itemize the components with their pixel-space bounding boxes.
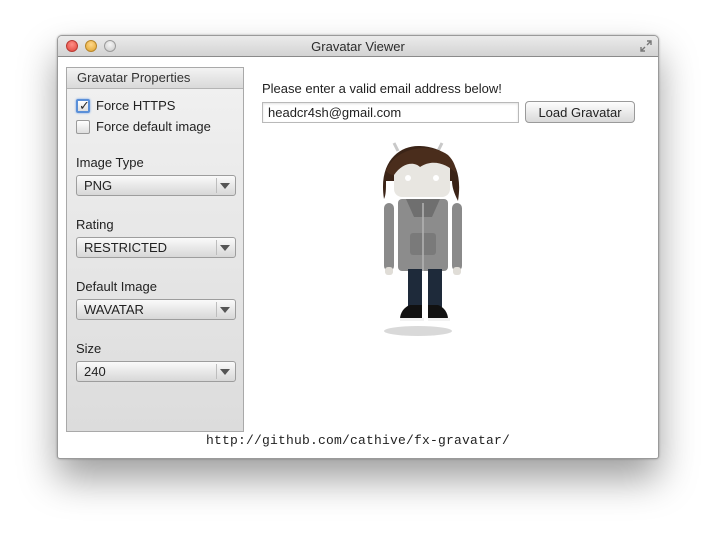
chevron-down-icon — [220, 183, 230, 189]
default-image-label: Default Image — [76, 279, 157, 294]
force-https-row[interactable]: ✓ Force HTTPS — [76, 98, 175, 113]
load-gravatar-button[interactable]: Load Gravatar — [525, 101, 635, 123]
force-default-row[interactable]: Force default image — [76, 119, 211, 134]
chevron-down-icon — [220, 369, 230, 375]
rating-label: Rating — [76, 217, 114, 232]
image-type-value: PNG — [84, 178, 113, 193]
window-title: Gravatar Viewer — [311, 39, 405, 54]
chevron-down-icon — [220, 307, 230, 313]
rating-select[interactable]: RESTRICTED — [76, 237, 236, 258]
fullscreen-icon[interactable] — [639, 39, 653, 53]
app-window: Gravatar Viewer Gravatar Properties ✓ For… — [57, 35, 659, 459]
size-value: 240 — [84, 364, 106, 379]
size-select[interactable]: 240 — [76, 361, 236, 382]
email-prompt: Please enter a valid email address below… — [262, 81, 502, 96]
title-bar[interactable]: Gravatar Viewer — [58, 36, 658, 57]
image-type-label: Image Type — [76, 155, 144, 170]
default-image-select[interactable]: WAVATAR — [76, 299, 236, 320]
project-link[interactable]: http://github.com/cathive/fx-gravatar/ — [58, 433, 658, 448]
force-https-checkbox[interactable]: ✓ — [76, 98, 90, 113]
force-default-label: Force default image — [96, 119, 211, 134]
properties-panel: Gravatar Properties ✓ Force HTTPS Force d… — [66, 67, 244, 432]
gravatar-image — [382, 142, 462, 336]
image-type-select[interactable]: PNG — [76, 175, 236, 196]
rating-value: RESTRICTED — [84, 240, 168, 255]
properties-panel-header: Gravatar Properties — [67, 68, 243, 89]
checkmark-icon: ✓ — [79, 98, 90, 113]
force-https-label: Force HTTPS — [96, 98, 176, 113]
email-input[interactable] — [262, 102, 519, 123]
size-label: Size — [76, 341, 102, 356]
chevron-down-icon — [220, 245, 230, 251]
default-image-value: WAVATAR — [84, 302, 144, 317]
force-default-checkbox[interactable] — [76, 120, 90, 134]
